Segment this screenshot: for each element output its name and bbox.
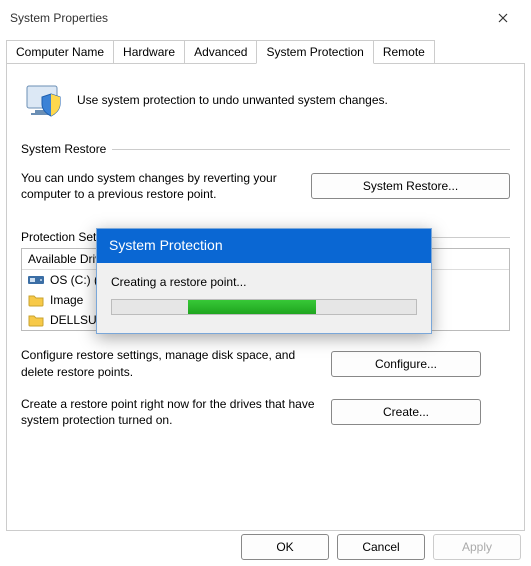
system-restore-button[interactable]: System Restore... [311, 173, 510, 199]
tab-hardware[interactable]: Hardware [113, 40, 185, 64]
tab-remote[interactable]: Remote [373, 40, 435, 64]
titlebar: System Properties [0, 0, 531, 36]
folder-icon [28, 293, 44, 307]
system-restore-desc: You can undo system changes by reverting… [21, 170, 311, 202]
tab-system-protection[interactable]: System Protection [256, 40, 373, 64]
apply-button: Apply [433, 534, 521, 560]
progress-message: Creating a restore point... [111, 275, 417, 289]
folder-icon [28, 313, 44, 327]
configure-desc: Configure restore settings, manage disk … [21, 347, 321, 379]
drive-name: Image [50, 293, 83, 307]
progress-dialog-title: System Protection [97, 229, 431, 263]
progress-bar-fill [188, 300, 316, 314]
disk-icon [28, 273, 44, 287]
progress-bar [111, 299, 417, 315]
close-icon[interactable] [485, 4, 521, 32]
ok-button[interactable]: OK [241, 534, 329, 560]
window-title: System Properties [10, 11, 485, 25]
create-button[interactable]: Create... [331, 399, 481, 425]
tab-strip: Computer Name Hardware Advanced System P… [0, 40, 531, 64]
cancel-button[interactable]: Cancel [337, 534, 425, 560]
progress-dialog: System Protection Creating a restore poi… [96, 228, 432, 334]
tab-advanced[interactable]: Advanced [184, 40, 257, 64]
divider [112, 149, 510, 150]
panel-intro-text: Use system protection to undo unwanted s… [77, 93, 388, 107]
shield-monitor-icon [21, 80, 69, 120]
group-system-restore-label: System Restore [21, 142, 112, 156]
create-desc: Create a restore point right now for the… [21, 396, 321, 428]
configure-button[interactable]: Configure... [331, 351, 481, 377]
tab-computer-name[interactable]: Computer Name [6, 40, 114, 64]
dialog-footer: OK Cancel Apply [241, 534, 521, 560]
